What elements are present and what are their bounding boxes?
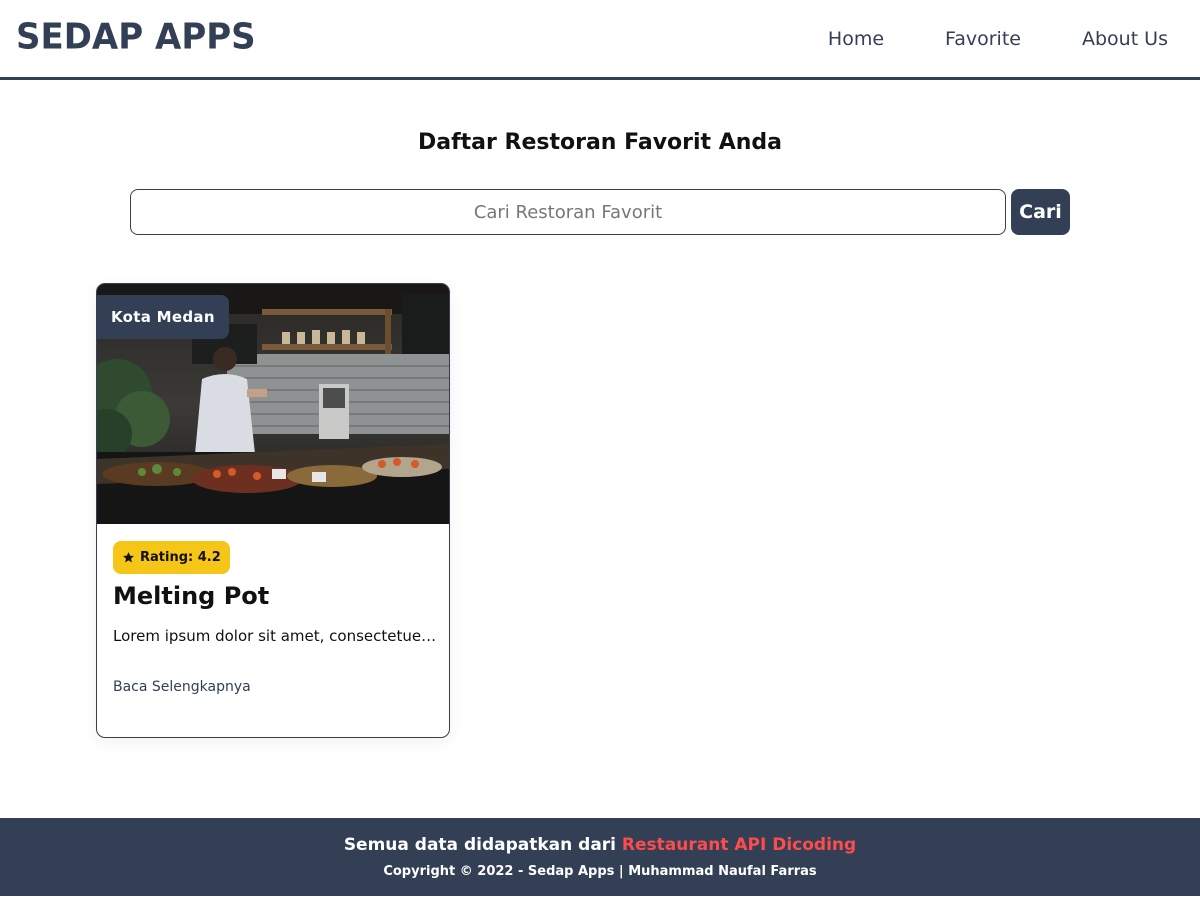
api-source-link[interactable]: Restaurant API Dicoding (622, 835, 856, 855)
site-footer: Semua data didapatkan dari Restaurant AP… (0, 818, 1200, 896)
nav-about-link[interactable]: About Us (1082, 27, 1168, 51)
nav-favorite-link[interactable]: Favorite (945, 27, 1021, 51)
rating-badge: Rating: 4.2 (113, 541, 230, 574)
search-button[interactable]: Cari (1011, 189, 1070, 235)
rating-label: Rating: 4.2 (140, 550, 221, 565)
star-icon (123, 552, 134, 563)
footer-copyright: Copyright © 2022 - Sedap Apps | Muhammad… (383, 864, 817, 879)
restaurant-description: Lorem ipsum dolor sit amet, consectetuer… (113, 627, 437, 645)
read-more-link[interactable]: Baca Selengkapnya (113, 679, 251, 695)
city-badge: Kota Medan (97, 295, 229, 339)
site-header: SEDAP APPS Home Favorite About Us (0, 0, 1200, 80)
search-input[interactable] (130, 189, 1006, 235)
restaurant-name: Melting Pot (113, 582, 270, 610)
brand-logo[interactable]: SEDAP APPS (16, 16, 256, 58)
restaurant-card: Kota Medan Rating: 4.2 Melting Pot Lorem… (96, 283, 450, 738)
footer-source: Semua data didapatkan dari Restaurant AP… (0, 835, 1200, 855)
nav-home-link[interactable]: Home (828, 27, 884, 51)
footer-source-text: Semua data didapatkan dari (343, 835, 622, 855)
main-nav: Home Favorite About Us (767, 27, 1168, 51)
page-title: Daftar Restoran Favorit Anda (417, 130, 783, 155)
